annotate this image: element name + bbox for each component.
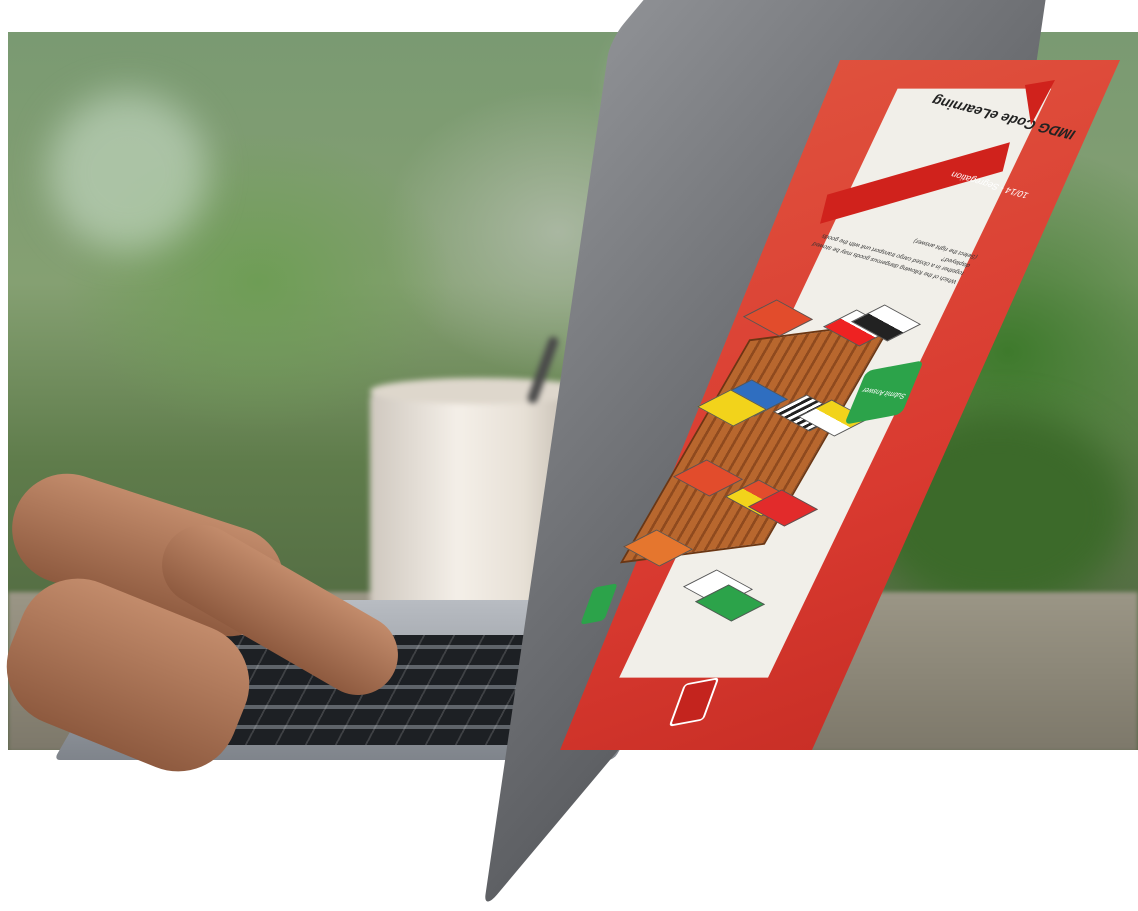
light-bokeh (48, 92, 208, 252)
logo-shape (1025, 80, 1055, 125)
submit-answer-label: Submit Answer (860, 385, 908, 400)
logo-icon (1025, 80, 1055, 125)
